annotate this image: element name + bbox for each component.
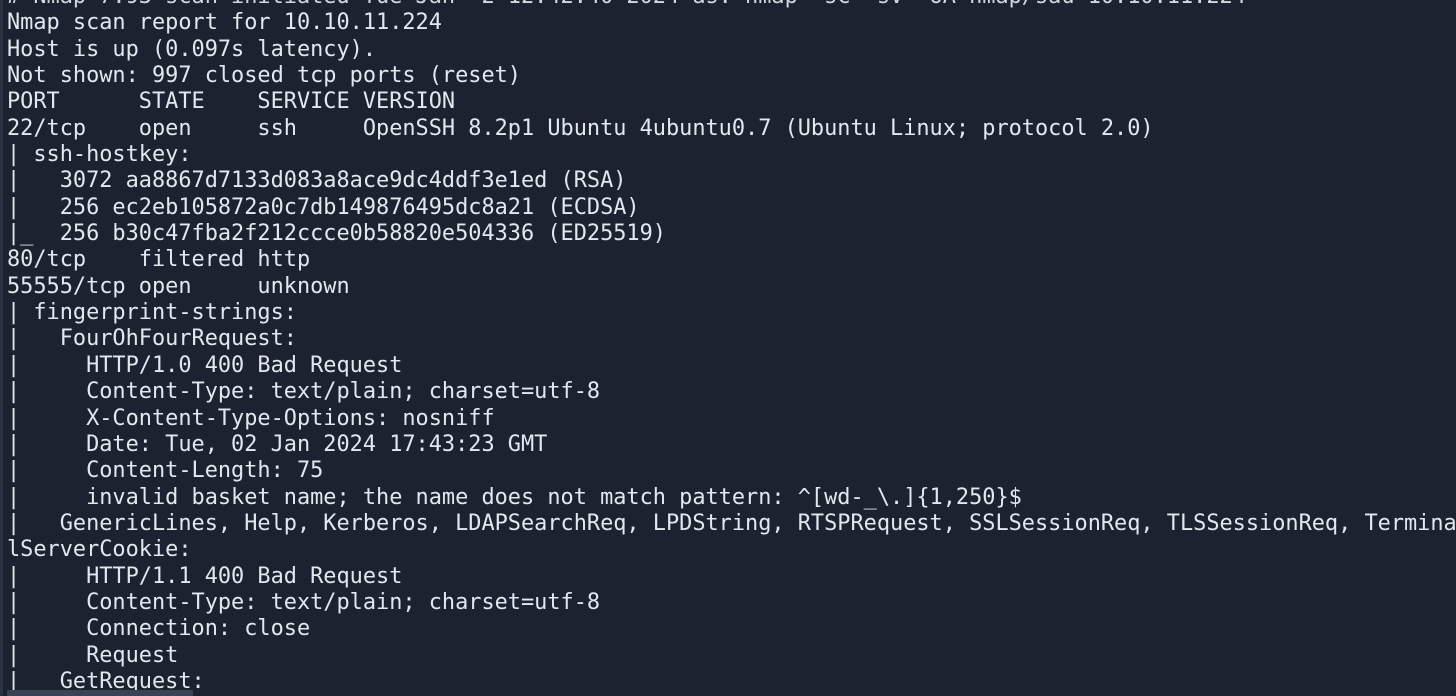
terminal-line: |_ 256 b30c47fba2f212ccce0b58820e504336 … — [7, 221, 666, 247]
terminal-line: | HTTP/1.0 400 Bad Request — [7, 352, 403, 378]
terminal-line: | Request — [7, 642, 179, 668]
terminal-line: Nmap scan report for 10.10.11.224 — [7, 10, 442, 36]
terminal-line: Host is up (0.097s latency). — [7, 36, 377, 62]
terminal-line: | HTTP/1.1 400 Bad Request — [7, 563, 403, 589]
terminal-line: | 256 ec2eb105872a0c7db149876495dc8a21 (… — [7, 194, 640, 220]
terminal-line: | 3072 aa8867d7133d083a8ace9dc4ddf3e1ed … — [7, 168, 627, 194]
left-gutter — [0, 0, 3, 696]
terminal-line: | ssh-hostkey: — [7, 142, 205, 168]
terminal-line: | Content-Type: text/plain; charset=utf-… — [7, 379, 601, 405]
terminal-output: # Nmap 7.93 scan initiated Tue Jan 2 12:… — [7, 0, 1456, 695]
text-selection-highlight — [7, 690, 193, 696]
terminal-line: 80/tcp filtered http — [7, 247, 311, 273]
terminal-line: | invalid basket name; the name does not… — [7, 484, 1022, 510]
terminal-window[interactable]: # Nmap 7.93 scan initiated Tue Jan 2 12:… — [0, 0, 1456, 696]
terminal-line: 22/tcp open ssh OpenSSH 8.2p1 Ubuntu 4ub… — [7, 115, 1154, 141]
terminal-line: | GenericLines, Help, Kerberos, LDAPSear… — [7, 510, 1456, 536]
terminal-line: | Connection: close — [7, 616, 311, 642]
terminal-line: Not shown: 997 closed tcp ports (reset) — [7, 63, 521, 89]
terminal-line: # Nmap 7.93 scan initiated Tue Jan 2 12:… — [7, 0, 1456, 10]
terminal-line: PORT STATE SERVICE VERSION — [7, 89, 456, 115]
terminal-line: | Content-Type: text/plain; charset=utf-… — [7, 589, 601, 615]
terminal-line: | GetRequest: — [7, 668, 218, 694]
terminal-line: | X-Content-Type-Options: nosniff — [7, 405, 495, 431]
terminal-line: | Content-Length: 75 — [7, 458, 324, 484]
terminal-line: 55555/tcp open unknown — [7, 273, 350, 299]
terminal-line: | Date: Tue, 02 Jan 2024 17:43:23 GMT — [7, 431, 548, 457]
terminal-line: lServerCookie: — [7, 537, 205, 563]
terminal-line: | FourOhFourRequest: — [7, 326, 311, 352]
terminal-line: | fingerprint-strings: — [7, 300, 311, 326]
